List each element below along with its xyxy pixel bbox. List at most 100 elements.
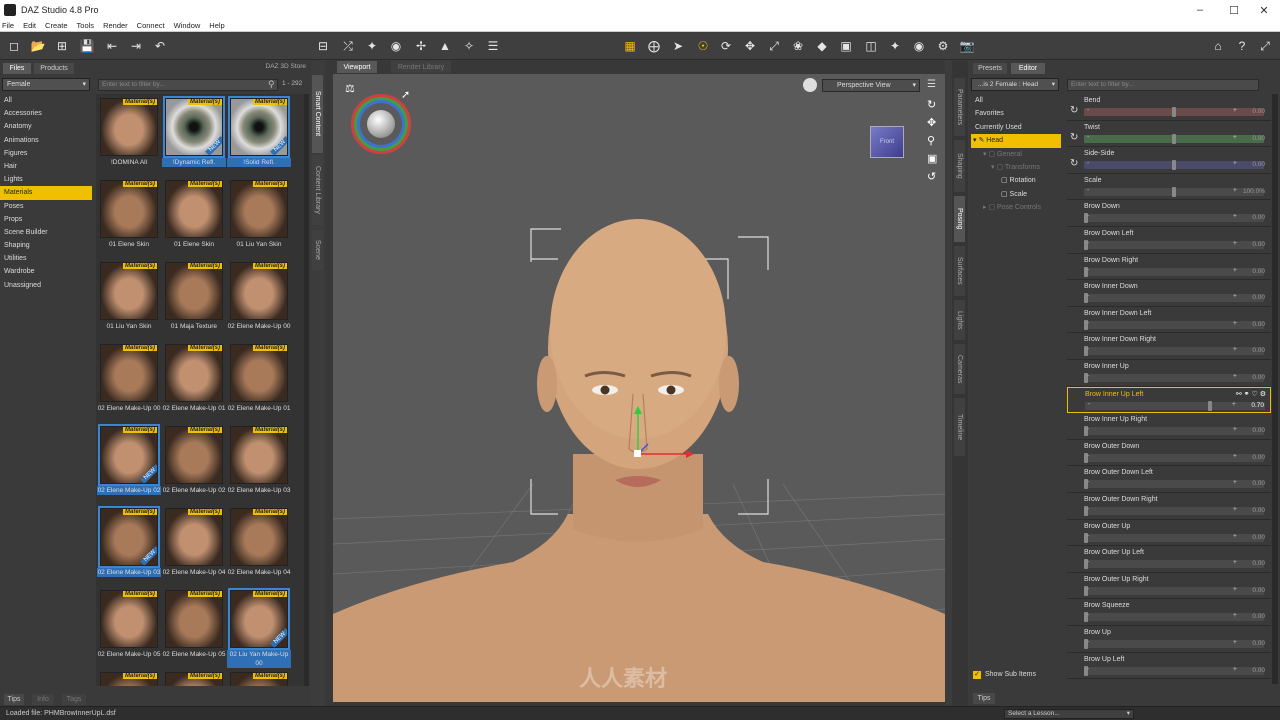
material-thumbnail[interactable]: Material(s) [165,508,223,566]
material-thumbnail[interactable]: Material(s) [230,180,288,238]
decrement-icon[interactable]: - [1087,346,1089,353]
increment-icon[interactable]: + [1233,293,1237,300]
category-item[interactable]: Hair [0,160,92,173]
increment-icon[interactable]: + [1233,373,1237,380]
frame-icon[interactable]: ▣ [927,152,937,165]
material-thumbnail[interactable]: Material(s) [100,180,158,238]
menu-render[interactable]: Render [103,21,128,30]
menu-help[interactable]: Help [209,21,224,30]
material-thumbnail[interactable]: Material(s) [165,344,223,402]
slider-value[interactable]: 0.00 [1252,507,1265,515]
new-icon[interactable]: ◻ [5,37,23,55]
parameter-filter-input[interactable]: Enter text to filter by... [1067,79,1259,91]
active-pose-icon[interactable]: ☉ [694,37,712,55]
menu-file[interactable]: File [2,21,14,30]
slider-track[interactable] [1084,640,1264,648]
camera-combo[interactable]: Perspective View ▾ [822,79,920,92]
viewport-menu-icon[interactable]: ☰ [927,79,939,91]
increment-icon[interactable]: + [1233,586,1237,593]
draw-style-icon[interactable] [803,78,817,92]
increment-icon[interactable]: + [1233,533,1237,540]
increment-icon[interactable]: + [1232,401,1236,408]
search-icon[interactable]: ⚲ [268,79,278,91]
decrement-icon[interactable]: - [1087,240,1089,247]
material-thumbnail[interactable]: Material(s) NEW [228,96,290,158]
home-icon[interactable]: ⌂ [1209,37,1227,55]
material-thumbnail[interactable]: Material(s) [165,426,223,484]
category-item[interactable]: Scene Builder [0,226,92,239]
increment-icon[interactable]: + [1233,187,1237,194]
material-thumbnail[interactable]: Material(s) [230,262,288,320]
zoom-icon[interactable]: ⚲ [927,134,935,147]
decrement-icon[interactable]: - [1087,612,1089,619]
slider-value[interactable]: 0.00 [1252,214,1265,222]
increment-icon[interactable]: + [1233,134,1237,141]
parameter-slider[interactable]: Brow Down Right 0.00 - + [1067,253,1271,281]
parameter-slider[interactable]: Twist 0.00 - + ↻ [1067,120,1271,148]
node-weight-icon[interactable]: ◉ [910,37,928,55]
slider-value[interactable]: 0.00 [1252,108,1265,116]
spot-render-icon[interactable]: ✦ [886,37,904,55]
slider-value[interactable]: 0.00 [1252,161,1265,169]
slider-track[interactable] [1085,401,1265,410]
slider-scrollbar[interactable] [1272,94,1278,684]
menu-connect[interactable]: Connect [137,21,165,30]
decrement-icon[interactable]: - [1087,187,1089,194]
material-thumbnail[interactable]: Material(s) [100,590,158,648]
slider-value[interactable]: 100.0% [1243,188,1265,196]
category-item[interactable]: Materials [0,186,92,200]
tab-content-library[interactable]: Content Library [312,155,323,225]
category-item[interactable]: Wardrobe [0,265,92,278]
parameter-slider[interactable]: Brow Down 0.00 - + [1067,200,1271,227]
decrement-icon[interactable]: - [1087,134,1089,141]
category-item[interactable]: Animations [0,134,92,147]
parameter-slider[interactable]: Brow Up 0.00 - + [1067,626,1271,653]
slider-track[interactable] [1084,507,1264,515]
slider-track[interactable] [1084,480,1264,489]
lesson-combo[interactable]: Select a Lesson... ▾ [1004,709,1134,719]
parameter-slider[interactable]: Bend 0.00 - + ↻ [1067,94,1271,121]
decrement-icon[interactable]: - [1087,666,1089,673]
undo-icon[interactable]: ↶ [151,37,169,55]
tab-cameras[interactable]: Cameras [954,344,965,394]
slider-track[interactable] [1084,560,1264,569]
tab-products[interactable]: Products [34,63,74,74]
render-icon[interactable]: 📷 [958,37,976,55]
scene-tool-7-icon[interactable]: ✧ [460,37,478,55]
geometry-editor-icon[interactable]: ◆ [813,37,831,55]
parameter-slider[interactable]: Brow Outer Down Left 0.00 - + [1067,466,1271,493]
material-thumbnail[interactable]: Material(s) [100,672,158,686]
parameter-slider[interactable]: Brow Outer Down Right 0.00 - + [1067,493,1271,520]
pan-icon[interactable]: ✥ [927,116,936,129]
increment-icon[interactable]: + [1233,559,1237,566]
tab-presets[interactable]: Presets [973,63,1007,74]
fullscreen-icon[interactable]: ⤢ [1256,37,1274,55]
open-icon[interactable]: 📂 [29,37,47,55]
slider-options-icon[interactable]: ⚯ ⚭ ♡ ⚙ [1236,390,1266,398]
tab-parameters[interactable]: Parameters [954,78,965,136]
slider-value[interactable]: 0.00 [1252,374,1265,382]
pin-right-icon[interactable]: ➚ [401,88,415,102]
slider-track[interactable] [1084,294,1264,303]
universal-tool-icon[interactable]: ⨁ [645,37,663,55]
increment-icon[interactable]: + [1233,479,1237,486]
surface-selection-icon[interactable]: ▣ [837,37,855,55]
scene-tool-1-icon[interactable]: ⊟ [314,37,332,55]
minimize-icon[interactable]: – [1184,0,1216,20]
material-thumbnail[interactable]: Material(s) NEW [98,424,160,486]
material-thumbnail[interactable]: Material(s) [165,180,223,238]
menu-create[interactable]: Create [45,21,68,30]
parameter-slider[interactable]: Brow Down Left 0.00 - + [1067,227,1271,254]
decrement-icon[interactable]: - [1087,639,1089,646]
parameter-slider[interactable]: Brow Squeeze 0.00 - + [1067,599,1271,626]
view-cube[interactable]: Front [870,126,904,158]
material-thumbnail[interactable]: Material(s) [230,344,288,402]
slider-track[interactable] [1084,533,1264,542]
node-combo[interactable]: ...is 2 Female : Head ▾ [971,78,1059,91]
slider-value[interactable]: 0.00 [1252,587,1265,595]
category-item[interactable]: Lights [0,173,92,186]
orbit-icon[interactable]: ↻ [927,98,936,111]
scene-tool-6-icon[interactable]: ▲ [436,37,454,55]
material-thumbnail[interactable]: Material(s) [165,590,223,648]
render-settings-icon[interactable]: ⚙ [934,37,952,55]
